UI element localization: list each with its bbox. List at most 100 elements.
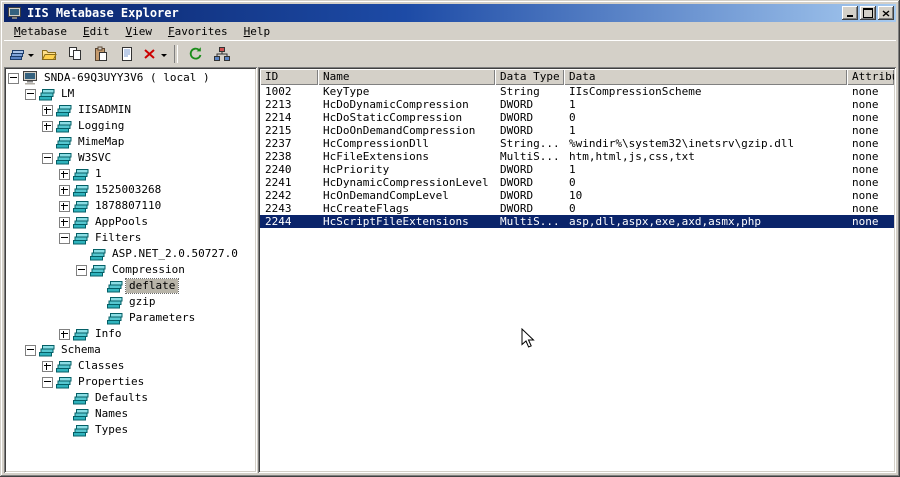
metabase-key-icon (56, 359, 72, 373)
collapse-toggle-icon[interactable] (25, 88, 36, 100)
cell-name: KeyType (323, 85, 370, 98)
menu-item-view[interactable]: View (117, 23, 160, 40)
cell-id: 2240 (265, 163, 292, 176)
close-icon (882, 9, 890, 17)
menu-item-metabase[interactable]: Metabase (6, 23, 75, 40)
paste-button[interactable] (88, 43, 114, 65)
tree-label[interactable]: Logging (75, 119, 127, 133)
expand-toggle-icon[interactable] (59, 328, 70, 340)
tree-label[interactable]: Names (92, 407, 131, 421)
export-button[interactable] (114, 43, 140, 65)
column-header-attributes[interactable]: Attributes (847, 69, 894, 85)
list-row-2213[interactable]: 2213 HcDoDynamicCompression DWORD 1 none (260, 98, 894, 111)
tree-label[interactable]: ASP.NET_2.0.50727.0 (109, 247, 241, 261)
tree-label[interactable]: SNDA-69Q3UYY3V6 ( local ) (41, 71, 213, 85)
tree-label[interactable]: Parameters (126, 311, 198, 325)
cell-attributes: none (852, 98, 879, 111)
tree-label[interactable]: 1878807110 (92, 199, 164, 213)
tree-label[interactable]: Compression (109, 263, 188, 277)
expand-toggle-icon[interactable] (42, 120, 53, 132)
maximize-button[interactable] (860, 6, 876, 20)
cell-attributes: none (852, 137, 879, 150)
list-row-2237[interactable]: 2237 HcCompressionDll String... %windir%\sy… (260, 137, 894, 150)
delete-button[interactable] (140, 43, 169, 65)
column-header-data-type[interactable]: Data Type (495, 69, 564, 85)
expand-toggle-icon[interactable] (59, 184, 70, 196)
close-button[interactable] (878, 6, 894, 20)
expand-toggle-icon[interactable] (42, 104, 53, 116)
minimize-button[interactable] (842, 6, 858, 20)
list-row-1002[interactable]: 1002 KeyType String IIsCompressionScheme non… (260, 85, 894, 98)
tree-label[interactable]: AppPools (92, 215, 151, 229)
collapse-toggle-icon[interactable] (25, 344, 36, 356)
expand-toggle-icon[interactable] (42, 360, 53, 372)
metabase-key-icon (90, 247, 106, 261)
column-header-name[interactable]: Name (318, 69, 495, 85)
list-panel: IDNameData TypeDataAttributes 1002 KeyTyp… (258, 67, 896, 473)
open-file-button[interactable] (36, 43, 62, 65)
metabase-key-icon (56, 151, 72, 165)
metabase-key-icon (73, 391, 89, 405)
tree-label[interactable]: 1525003268 (92, 183, 164, 197)
folder-open-icon (41, 46, 57, 62)
tree-label[interactable]: W3SVC (75, 151, 114, 165)
collapse-toggle-icon[interactable] (8, 72, 19, 84)
list-row-2215[interactable]: 2215 HcDoOnDemandCompression DWORD 1 none (260, 124, 894, 137)
list-row-2240[interactable]: 2240 HcPriority DWORD 1 none (260, 163, 894, 176)
metabase-key-icon (39, 87, 55, 101)
copy-button[interactable] (62, 43, 88, 65)
metabase-key-icon (56, 119, 72, 133)
menu-item-help[interactable]: Help (236, 23, 279, 40)
metabase-key-icon (107, 295, 123, 309)
tree-label[interactable]: 1 (92, 167, 105, 181)
tree-label[interactable]: Info (92, 327, 125, 341)
collapse-toggle-icon[interactable] (76, 264, 87, 276)
column-header-id[interactable]: ID (260, 69, 318, 85)
expand-toggle-icon[interactable] (59, 216, 70, 228)
cell-data: IIsCompressionScheme (569, 85, 702, 98)
refresh-button[interactable] (183, 43, 209, 65)
tree-label[interactable]: Classes (75, 359, 127, 373)
tree-label[interactable]: Schema (58, 343, 104, 357)
list-row-2238[interactable]: 2238 HcFileExtensions MultiS... htm,html,js… (260, 150, 894, 163)
open-metabase-button[interactable] (7, 43, 36, 65)
dropdown-arrow-icon[interactable] (161, 54, 167, 60)
tree-node-types: Types (6, 422, 255, 438)
cell-data: 0 (569, 176, 576, 189)
tree-node-asp-net-2-0-50727-0: ASP.NET_2.0.50727.0 (6, 246, 255, 262)
cell-data: %windir%\system32\inetsrv\gzip.dll (569, 137, 795, 150)
menu-item-edit[interactable]: Edit (75, 23, 118, 40)
tree-label[interactable]: MimeMap (75, 135, 127, 149)
tree-node-filters: Filters (6, 230, 255, 246)
tree-label[interactable]: Defaults (92, 391, 151, 405)
dropdown-arrow-icon[interactable] (28, 54, 34, 60)
collapse-toggle-icon[interactable] (42, 376, 53, 388)
tree-node-w3svc: W3SVC (6, 150, 255, 166)
cell-name: HcCompressionDll (323, 137, 429, 150)
list-row-2242[interactable]: 2242 HcOnDemandCompLevel DWORD 10 none (260, 189, 894, 202)
tree-label[interactable]: Filters (92, 231, 144, 245)
expand-toggle-icon[interactable] (59, 168, 70, 180)
metabase-key-icon (73, 423, 89, 437)
list-row-2214[interactable]: 2214 HcDoStaticCompression DWORD 0 none (260, 111, 894, 124)
expand-toggle-icon[interactable] (59, 200, 70, 212)
tree-label[interactable]: gzip (126, 295, 159, 309)
tree-label[interactable]: Properties (75, 375, 147, 389)
tree-label[interactable]: deflate (124, 278, 180, 294)
paste-icon (93, 46, 109, 62)
tree-label[interactable]: LM (58, 87, 77, 101)
cell-data-type: MultiS... (500, 150, 560, 163)
tree-node-apppools: AppPools (6, 214, 255, 230)
list-row-2241[interactable]: 2241 HcDynamicCompressionLevel DWORD 0 none (260, 176, 894, 189)
metabase-key-icon (107, 311, 123, 325)
collapse-toggle-icon[interactable] (59, 232, 70, 244)
list-row-2243[interactable]: 2243 HcCreateFlags DWORD 0 none (260, 202, 894, 215)
collapse-toggle-icon[interactable] (42, 152, 53, 164)
list-row-2244[interactable]: 2244 HcScriptFileExtensions MultiS... asp,d… (260, 215, 894, 228)
cell-attributes: none (852, 85, 879, 98)
tree-label[interactable]: Types (92, 423, 131, 437)
connect-button[interactable] (209, 43, 235, 65)
column-header-data[interactable]: Data (564, 69, 847, 85)
menu-item-favorites[interactable]: Favorites (160, 23, 236, 40)
tree-label[interactable]: IISADMIN (75, 103, 134, 117)
